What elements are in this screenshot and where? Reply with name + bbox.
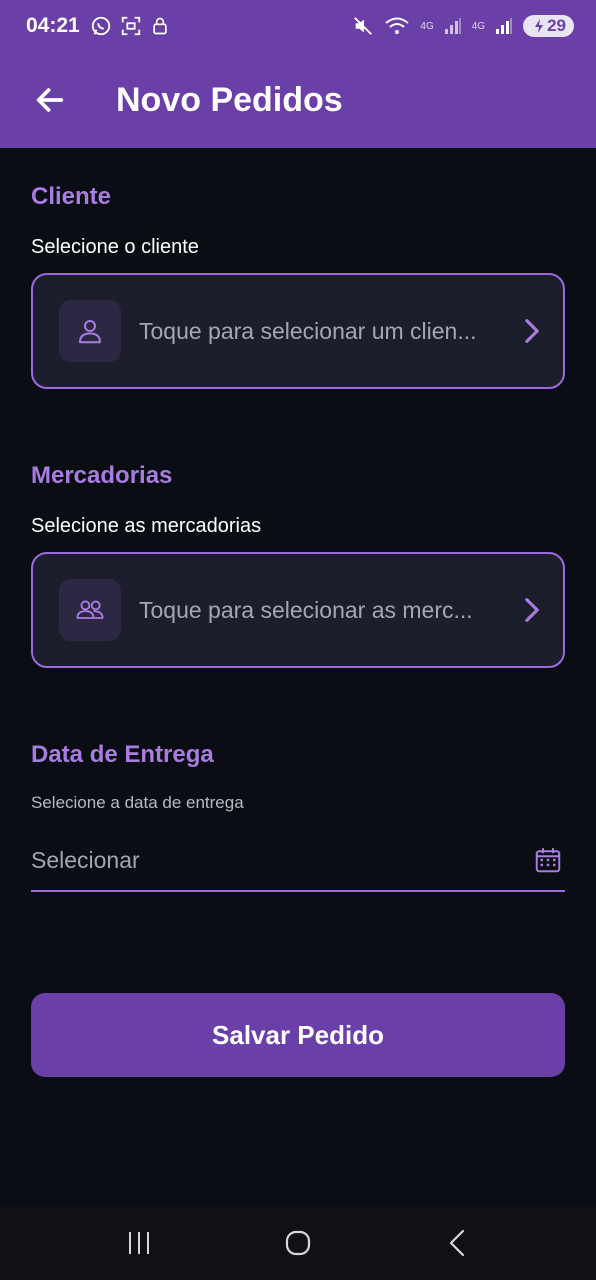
delivery-date-label: Selecione a data de entrega xyxy=(31,793,244,812)
client-icon-box xyxy=(59,300,121,362)
client-selector[interactable]: Toque para selecionar um clien... xyxy=(31,273,565,389)
screenshot-icon xyxy=(121,16,140,36)
mercadorias-section-subtitle: Selecione as mercadorias xyxy=(31,515,262,537)
status-left-icons xyxy=(90,15,170,37)
chevron-right-icon xyxy=(517,597,541,623)
system-back-button[interactable] xyxy=(427,1213,487,1273)
delivery-date-field[interactable]: Selecionar xyxy=(31,830,565,892)
arrow-left-icon xyxy=(36,88,64,112)
mute-icon xyxy=(354,17,373,35)
system-nav-bar xyxy=(0,1206,596,1280)
goods-selector-placeholder: Toque para selecionar as merc... xyxy=(139,596,473,623)
battery-icon xyxy=(535,19,544,33)
goods-icon-box xyxy=(59,579,121,641)
chevron-right-icon xyxy=(517,318,541,344)
whatsapp-icon xyxy=(91,16,110,36)
status-time: 04:21 xyxy=(26,14,80,37)
back-button[interactable] xyxy=(20,70,80,130)
save-order-button[interactable]: Salvar Pedido xyxy=(31,993,565,1077)
app-bar: Novo Pedidos xyxy=(0,52,596,148)
status-bar: 04:21 4G 4G 29 xyxy=(0,0,596,52)
people-icon xyxy=(76,600,104,619)
recent-apps-icon xyxy=(129,1232,150,1254)
cliente-section-title: Cliente xyxy=(31,183,112,210)
wifi-icon xyxy=(385,17,410,34)
client-selector-placeholder: Toque para selecionar um clien... xyxy=(139,317,477,344)
battery-level: 29 xyxy=(547,16,566,35)
recent-apps-button[interactable] xyxy=(109,1213,169,1273)
page-title: Novo Pedidos xyxy=(116,80,343,119)
person-icon xyxy=(79,320,101,344)
signal-icon xyxy=(496,18,513,34)
home-icon xyxy=(285,1230,311,1256)
delivery-date-value: Selecionar xyxy=(31,846,140,873)
network-type-left: 4G xyxy=(420,21,434,32)
cliente-section-subtitle: Selecione o cliente xyxy=(31,236,199,258)
goods-selector[interactable]: Toque para selecionar as merc... xyxy=(31,552,565,668)
signal-icon xyxy=(444,18,461,34)
lock-icon xyxy=(153,17,167,35)
home-button[interactable] xyxy=(268,1213,328,1273)
status-right-icons: 4G 4G 29 xyxy=(352,15,574,37)
calendar-icon xyxy=(535,847,561,873)
entrega-section-title: Data de Entrega xyxy=(31,741,214,768)
network-type-right: 4G xyxy=(471,21,486,32)
battery-indicator: 29 xyxy=(523,15,574,37)
mercadorias-section-title: Mercadorias xyxy=(31,462,173,489)
chevron-left-icon xyxy=(449,1229,464,1257)
